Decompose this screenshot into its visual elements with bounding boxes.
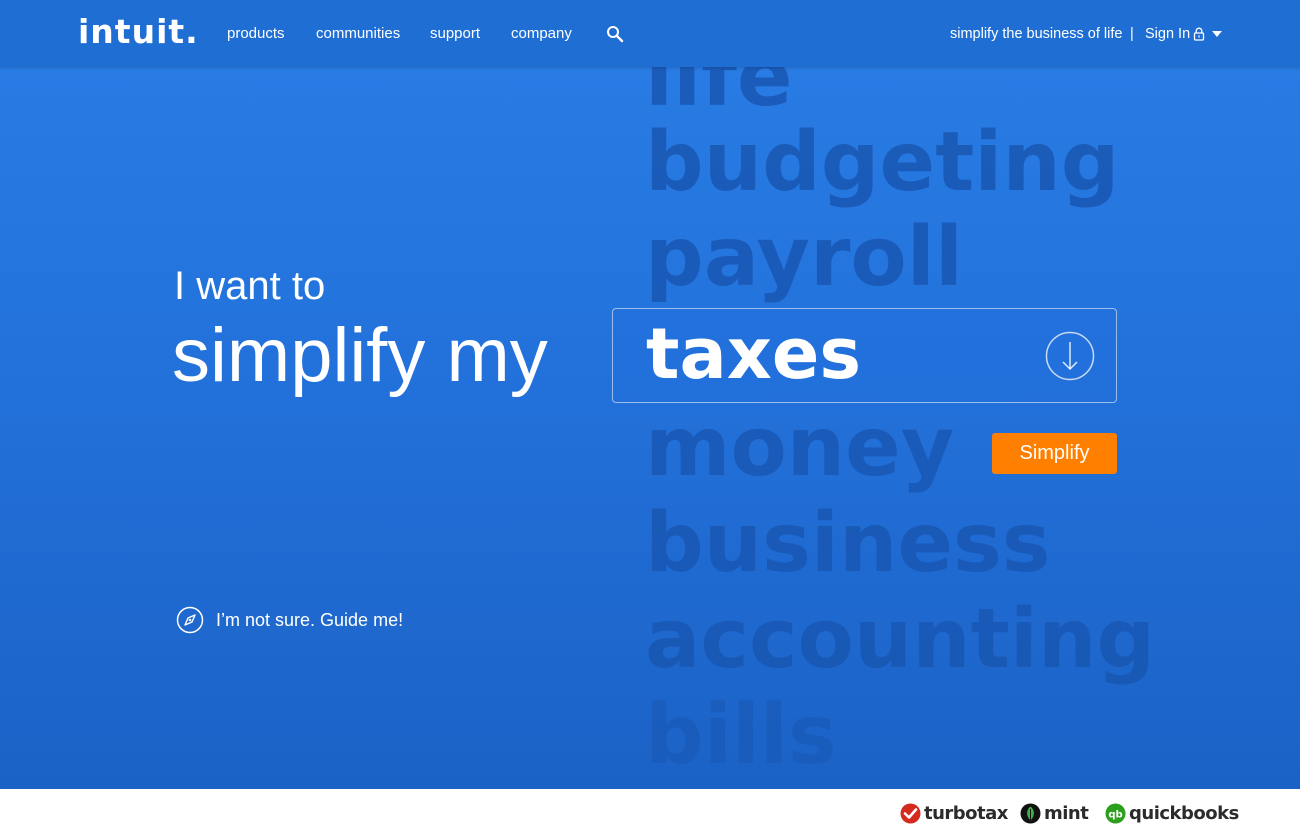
quickbooks-label: quickbooks bbox=[1129, 803, 1239, 824]
bg-option-money: money bbox=[645, 400, 955, 495]
svg-text:qb: qb bbox=[1108, 810, 1122, 821]
header-tagline: simplify the business of life bbox=[950, 26, 1123, 42]
header-divider: | bbox=[1130, 26, 1134, 42]
nav-company[interactable]: company bbox=[511, 24, 572, 44]
bg-option-payroll: payroll bbox=[645, 210, 963, 305]
lock-icon bbox=[1193, 27, 1205, 41]
turbotax-label: turbotax bbox=[924, 803, 1008, 824]
headline-line2: simplify my bbox=[172, 313, 548, 398]
footer-brand-bar: turbotax mint qb quickbooks bbox=[0, 789, 1300, 837]
nav-products[interactable]: products bbox=[227, 24, 285, 44]
turbotax-check-icon bbox=[900, 803, 921, 824]
quickbooks-qb-icon: qb bbox=[1105, 803, 1126, 824]
hero-section: life budgeting payroll money business ac… bbox=[0, 0, 1300, 789]
bg-option-budgeting: budgeting bbox=[645, 115, 1120, 210]
nav-communities[interactable]: communities bbox=[316, 24, 400, 44]
guide-me-label: I’m not sure. Guide me! bbox=[216, 610, 404, 630]
nav-support[interactable]: support bbox=[430, 24, 480, 44]
headline-line1: I want to bbox=[174, 264, 326, 308]
mint-label: mint bbox=[1044, 803, 1089, 824]
intuit-logo[interactable]: intuit. bbox=[78, 12, 199, 52]
mint-leaf-icon bbox=[1020, 803, 1041, 824]
top-nav-bar: intuit. products communities support com… bbox=[0, 0, 1300, 67]
sign-in-link[interactable]: Sign In bbox=[1145, 24, 1190, 44]
bg-option-business: business bbox=[645, 496, 1051, 591]
goal-select-value: taxes bbox=[646, 313, 861, 395]
arrow-down-circle-icon[interactable] bbox=[1045, 331, 1095, 381]
bg-option-bills: bills bbox=[645, 688, 837, 783]
goal-select[interactable]: taxes bbox=[612, 308, 1117, 403]
search-icon[interactable] bbox=[606, 25, 624, 43]
bg-option-accounting: accounting bbox=[645, 592, 1156, 687]
chevron-down-icon[interactable] bbox=[1212, 31, 1222, 37]
simplify-button[interactable]: Simplify bbox=[992, 433, 1117, 474]
compass-icon bbox=[176, 606, 204, 634]
